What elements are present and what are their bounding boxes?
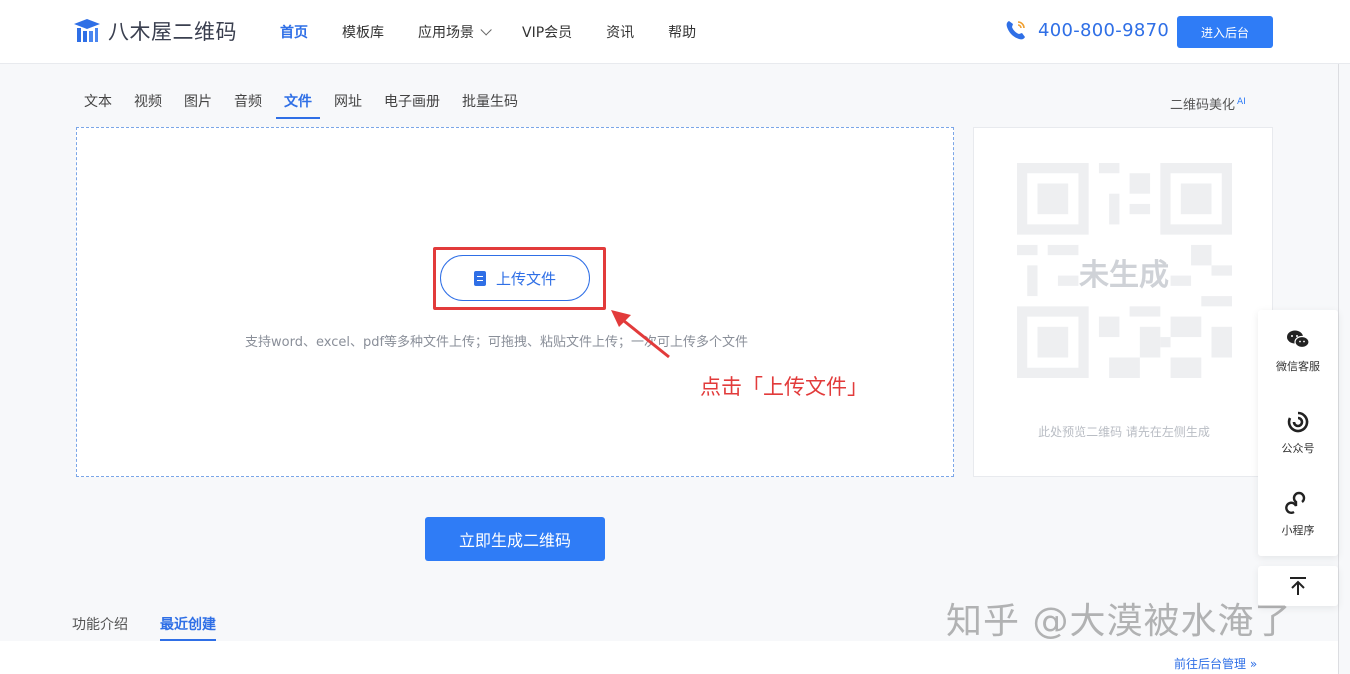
logo-icon [74,19,100,42]
qr-preview-panel: 未生成 此处预览二维码 请先在左侧生成 [973,127,1273,477]
chevron-down-icon [480,24,492,36]
float-contact-bar: 微信客服 公众号 小程序 [1258,310,1338,556]
phone-icon [1006,21,1025,40]
nav-news[interactable]: 资讯 [606,22,634,42]
scrollbar-track [1338,64,1339,674]
nav-help[interactable]: 帮助 [668,22,696,42]
recent-list-area [0,641,1338,674]
tab-video[interactable]: 视频 [126,88,170,119]
tab-image[interactable]: 图片 [176,88,220,119]
annotation-text: 点击「上传文件」 [700,375,868,399]
nav-home[interactable]: 首页 [280,22,308,42]
tab-batch[interactable]: 批量生码 [454,88,526,119]
enter-admin-button[interactable]: 进入后台 [1177,16,1273,48]
tab-audio[interactable]: 音频 [226,88,270,119]
wechat-service-button[interactable]: 微信客服 [1258,310,1338,390]
goto-admin-link[interactable]: 前往后台管理 » [1174,655,1257,672]
tab-text[interactable]: 文本 [76,88,120,119]
file-icon [473,270,486,286]
logo-text: 八木屋二维码 [108,20,237,44]
tab-features[interactable]: 功能介绍 [72,614,128,641]
content-type-tabs: 文本 视频 图片 音频 文件 网址 电子画册 批量生码 [76,88,532,119]
tab-file[interactable]: 文件 [276,88,320,119]
tab-recent[interactable]: 最近创建 [160,614,216,641]
top-header: 八木屋二维码 首页 模板库 应用场景 VIP会员 资讯 帮助 400-800-9… [0,0,1350,64]
logo[interactable]: 八木屋二维码 [72,14,237,48]
qr-beautify-link[interactable]: 二维码美化 AI [1170,94,1246,113]
tab-url[interactable]: 网址 [326,88,370,119]
nav-templates[interactable]: 模板库 [342,22,384,42]
watermark: 知乎 @大漠被水淹了 [946,601,1292,642]
annotation-arrow-icon [611,310,670,359]
generate-qr-button[interactable]: 立即生成二维码 [425,517,605,561]
upload-file-button[interactable]: 上传文件 [440,255,590,301]
phone-contact: 400-800-9870 [1004,18,1169,42]
mini-program-button[interactable]: 小程序 [1258,474,1338,554]
bottom-tabs: 功能介绍 最近创建 [72,614,248,641]
qr-status: 未生成 [1079,258,1169,293]
ai-badge: AI [1237,96,1246,107]
official-account-button[interactable]: 公众号 [1258,392,1338,472]
mini-program-icon [1285,491,1306,514]
tab-ebook[interactable]: 电子画册 [376,88,448,119]
nav-vip[interactable]: VIP会员 [522,22,572,42]
nav-scenarios[interactable]: 应用场景 [418,22,492,42]
phone-number: 400-800-9870 [1038,19,1170,41]
wechat-icon [1287,330,1310,348]
qr-preview-tip: 此处预览二维码 请先在左侧生成 [1038,425,1210,439]
official-account-icon [1287,411,1309,432]
main-nav: 首页 模板库 应用场景 VIP会员 资讯 帮助 [280,0,730,64]
